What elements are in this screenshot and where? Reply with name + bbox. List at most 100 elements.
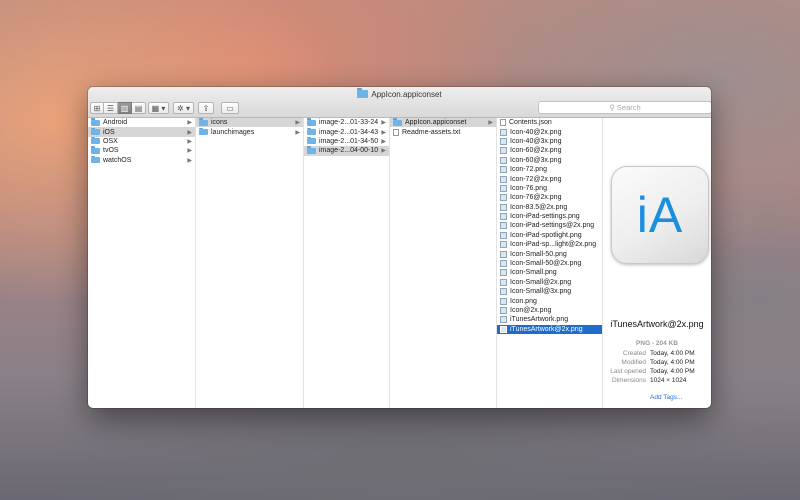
image-file-icon <box>500 231 507 239</box>
file-row[interactable]: Icon-60@3x.png <box>497 156 602 165</box>
disclosure-arrow-icon: ▶ <box>187 138 192 145</box>
folder-row[interactable]: image-2...01-33-24 ▶ <box>304 118 389 127</box>
document-icon <box>500 119 506 127</box>
column-1: Android ▶ iOS ▶ OSX ▶ tvOS ▶ watchOS ▶ <box>88 118 196 408</box>
file-row[interactable]: Icon-Small.png <box>497 268 602 277</box>
meta-key: Last opened <box>610 368 646 375</box>
disclosure-arrow-icon: ▶ <box>187 148 192 155</box>
file-row[interactable]: Icon-72@2x.png <box>497 174 602 183</box>
file-row[interactable]: Icon-iPad-settings@2x.png <box>497 221 602 230</box>
preview-filename: iTunesArtwork@2x.png <box>610 319 704 329</box>
disclosure-arrow-icon: ▶ <box>381 138 386 145</box>
meta-key: Dimensions <box>612 377 646 384</box>
file-row[interactable]: Readme-assets.txt <box>390 127 496 136</box>
item-label: Icon-Small-50@2x.png <box>510 260 582 268</box>
column-2: icons ▶ launchimages ▶ <box>196 118 304 408</box>
folder-row[interactable]: iOS ▶ <box>88 127 195 137</box>
file-row[interactable]: Icon-iPad-spotlight.png <box>497 231 602 240</box>
file-row[interactable]: Icon-Small-50.png <box>497 249 602 258</box>
file-row[interactable]: Icon-60@2x.png <box>497 146 602 155</box>
file-row[interactable]: Icon-76.png <box>497 184 602 193</box>
column-view-button[interactable]: ▥ <box>118 102 132 114</box>
folder-row[interactable]: image-2...01-34-50 ▶ <box>304 136 389 146</box>
image-file-icon <box>500 288 507 296</box>
item-label: Contents.json <box>509 119 552 127</box>
finder-window: AppIcon.appiconset ⊞ ☰ ▥ ▤ ▦ ▾ ✲ ▾ ⇪ ▭ ⚲… <box>88 87 711 408</box>
item-label: Icon-72.png <box>510 166 547 174</box>
disclosure-arrow-icon: ▶ <box>187 120 192 127</box>
file-row[interactable]: Icon-Small@2x.png <box>497 278 602 287</box>
image-file-icon <box>500 184 507 192</box>
toolbar: AppIcon.appiconset ⊞ ☰ ▥ ▤ ▦ ▾ ✲ ▾ ⇪ ▭ ⚲… <box>88 87 711 118</box>
window-title: AppIcon.appiconset <box>88 88 711 99</box>
file-row[interactable]: Icon-76@2x.png <box>497 193 602 202</box>
share-button[interactable]: ⇪ <box>198 102 214 114</box>
disclosure-arrow-icon: ▶ <box>295 129 300 136</box>
folder-row[interactable]: watchOS ▶ <box>88 155 195 165</box>
item-label: icons <box>211 119 228 127</box>
meta-row-modified: Modified Today, 4:00 PM <box>603 358 711 367</box>
file-row[interactable]: Icon-Small-50@2x.png <box>497 259 602 268</box>
list-view-button[interactable]: ☰ <box>104 102 118 114</box>
folder-row[interactable]: OSX ▶ <box>88 136 195 146</box>
folder-row[interactable]: AppIcon.appiconset ▶ <box>390 118 496 128</box>
image-file-icon <box>500 316 507 324</box>
file-row[interactable]: Icon@2x.png <box>497 306 602 315</box>
document-icon <box>393 128 399 136</box>
file-row[interactable]: iTunesArtwork@2x.png <box>497 324 602 334</box>
folder-icon <box>91 118 100 126</box>
image-file-icon <box>500 203 507 211</box>
disclosure-arrow-icon: ▶ <box>381 148 386 155</box>
item-label: OSX <box>103 137 118 145</box>
meta-row-dimensions: Dimensions 1024 × 1024 <box>603 376 711 385</box>
meta-key: Modified <box>621 359 646 366</box>
folder-row[interactable]: launchimages ▶ <box>196 127 303 136</box>
preview-kind-size: PNG - 204 KB <box>636 340 678 347</box>
folder-row[interactable]: tvOS ▶ <box>88 146 195 155</box>
item-label: Icon-76@2x.png <box>510 194 562 202</box>
item-label: image-2...01-34-50 <box>319 137 379 145</box>
folder-icon <box>199 127 208 136</box>
file-row[interactable]: Icon.png <box>497 296 602 305</box>
search-field[interactable]: ⚲ Search <box>538 101 711 114</box>
item-label: Icon-iPad-settings.png <box>510 213 580 221</box>
file-row[interactable]: Contents.json <box>497 118 602 127</box>
icon-view-button[interactable]: ⊞ <box>90 102 104 114</box>
folder-icon <box>307 118 316 126</box>
disclosure-arrow-icon: ▶ <box>381 129 386 136</box>
file-row[interactable]: Icon-40@2x.png <box>497 127 602 136</box>
cover-flow-view-button[interactable]: ▤ <box>132 102 146 114</box>
folder-row[interactable]: icons ▶ <box>196 118 303 128</box>
disclosure-arrow-icon: ▶ <box>381 120 386 127</box>
item-label: watchOS <box>103 156 132 164</box>
folder-icon <box>91 146 100 154</box>
file-row[interactable]: Icon-Small@3x.png <box>497 287 602 296</box>
file-row[interactable]: iTunesArtwork.png <box>497 315 602 324</box>
view-mode-group: ⊞ ☰ ▥ ▤ <box>90 102 146 114</box>
image-file-icon <box>500 194 507 202</box>
item-label: Icon.png <box>510 297 537 305</box>
folder-row[interactable]: Android ▶ <box>88 118 195 127</box>
file-row[interactable]: Icon-iPad-sp...light@2x.png <box>497 240 602 249</box>
folder-icon <box>199 118 208 126</box>
image-file-icon <box>500 166 507 174</box>
action-gear-button[interactable]: ✲ ▾ <box>173 102 194 114</box>
folder-icon <box>91 155 100 164</box>
preview-metadata: Created Today, 4:00 PM Modified Today, 4… <box>603 349 711 385</box>
image-file-icon <box>500 156 507 164</box>
folder-row[interactable]: image-2...01-34-43 ▶ <box>304 127 389 136</box>
item-label: Icon-iPad-spotlight.png <box>510 231 582 239</box>
item-label: iTunesArtwork.png <box>510 316 569 324</box>
arrange-button[interactable]: ▦ ▾ <box>148 102 169 114</box>
file-row[interactable]: Icon-83.5@2x.png <box>497 203 602 212</box>
add-tags-link[interactable]: Add Tags... <box>650 394 682 401</box>
file-row[interactable]: Icon-72.png <box>497 165 602 174</box>
edit-tags-button[interactable]: ▭ <box>221 102 239 114</box>
file-row[interactable]: Icon-iPad-settings.png <box>497 212 602 221</box>
folder-icon <box>357 88 369 98</box>
meta-value: Today, 4:00 PM <box>650 368 695 375</box>
file-row[interactable]: Icon-40@3x.png <box>497 137 602 146</box>
folder-row[interactable]: image-2...04-00-10 ▶ <box>304 146 389 156</box>
image-file-icon <box>500 222 507 230</box>
item-label: Readme-assets.txt <box>402 128 461 136</box>
